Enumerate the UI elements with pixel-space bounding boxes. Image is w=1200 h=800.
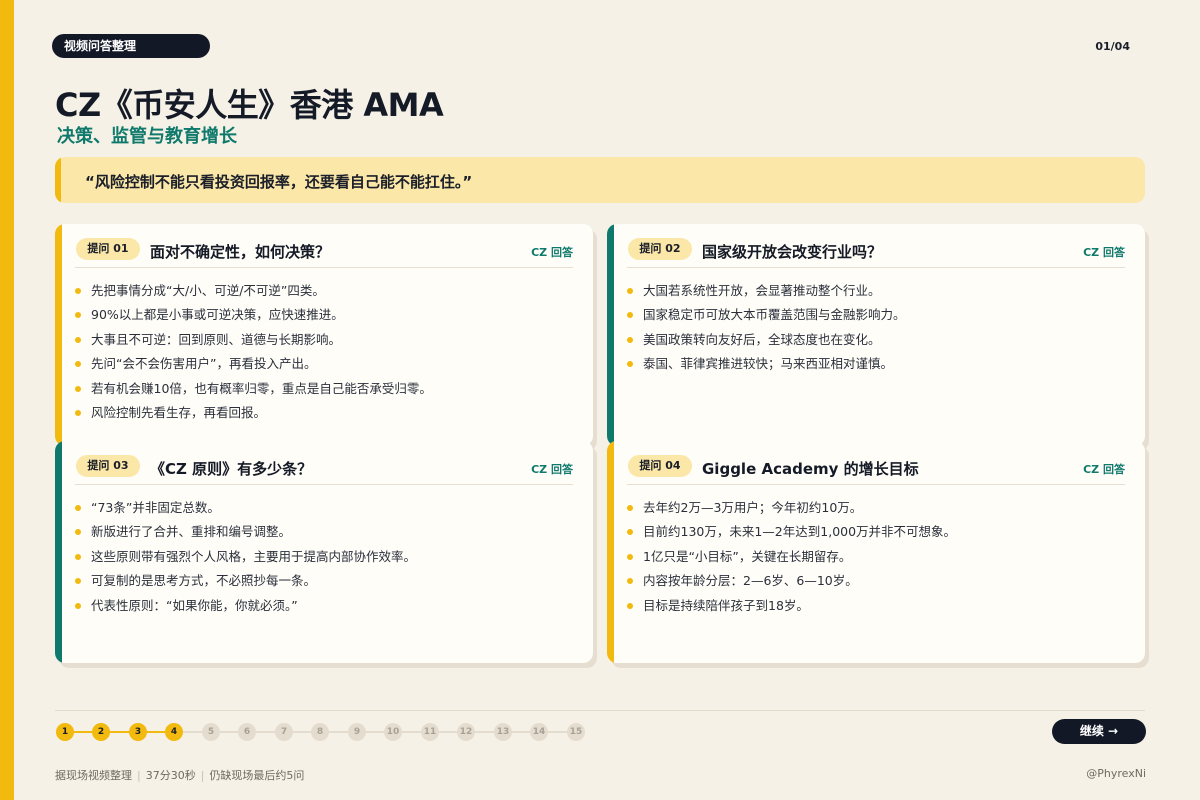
answer-item: 目前约130万，未来1—2年达到1,000万并非不可想象。 [627, 520, 1131, 544]
progress-step[interactable]: 8 [311, 723, 329, 741]
progress-step[interactable]: 3 [129, 723, 147, 741]
progress-step[interactable]: 2 [92, 723, 110, 741]
answer-item: 新版进行了合并、重排和编号调整。 [75, 520, 579, 544]
progress-stepper: 1 2 3 4 5 6 7 8 9 10 11 12 13 14 15 [55, 721, 595, 743]
answer-item: 美国政策转向友好后，全球态度也在变化。 [627, 328, 1131, 352]
answer-item: 内容按年龄分层：2—6岁、6—10岁。 [627, 569, 1131, 593]
question-badge: 提问 04 [628, 455, 692, 477]
progress-step[interactable]: 11 [421, 723, 439, 741]
card-divider [627, 484, 1125, 485]
footer-remark: 仍缺现场最后约5问 [209, 769, 305, 782]
card-accent-bar [55, 441, 62, 663]
progress-step[interactable]: 14 [530, 723, 548, 741]
answer-list: “73条”并非固定总数。 新版进行了合并、重排和编号调整。 这些原则带有强烈个人… [75, 496, 579, 618]
question-card-01: 提问 01 面对不确定性，如何决策？ CZ 回答 先把事情分成“大/小、可逆/不… [55, 224, 593, 446]
progress-step[interactable]: 6 [238, 723, 256, 741]
author-handle: @PhyrexNi [1086, 767, 1146, 780]
answer-item: 大事且不可逆：回到原则、道德与长期影响。 [75, 328, 579, 352]
answer-list: 大国若系统性开放，会显著推动整个行业。 国家稳定币可放大本币覆盖范围与金融影响力… [627, 279, 1131, 377]
footer-source: 据现场视频整理 [55, 769, 132, 782]
answer-label: CZ 回答 [1083, 463, 1125, 476]
answer-item: 代表性原则：“如果你能，你就必须。” [75, 594, 579, 618]
progress-step[interactable]: 9 [348, 723, 366, 741]
answer-item: 先问“会不会伤害用户”，再看投入产出。 [75, 352, 579, 376]
answer-item: 目标是持续陪伴孩子到18岁。 [627, 594, 1131, 618]
question-card-02: 提问 02 国家级开放会改变行业吗？ CZ 回答 大国若系统性开放，会显著推动整… [607, 224, 1145, 446]
question-title: 面对不确定性，如何决策？ [150, 243, 331, 261]
progress-track-complete [65, 731, 175, 733]
progress-step[interactable]: 13 [494, 723, 512, 741]
quote-banner: “风险控制不能只看投资回报率，还要看自己能不能扛住。” [55, 157, 1145, 203]
footer-separator: | [137, 769, 141, 782]
answer-list: 去年约2万—3万用户；今年初约10万。 目前约130万，未来1—2年达到1,00… [627, 496, 1131, 618]
progress-step[interactable]: 12 [457, 723, 475, 741]
card-accent-bar [607, 441, 614, 663]
question-card-04: 提问 04 Giggle Academy 的增长目标 CZ 回答 去年约2万—3… [607, 441, 1145, 663]
card-accent-bar [607, 224, 614, 446]
answer-list: 先把事情分成“大/小、可逆/不可逆”四类。 90%以上都是小事或可逆决策，应快速… [75, 279, 579, 425]
quote-text: “风险控制不能只看投资回报率，还要看自己能不能扛住。” [85, 173, 473, 191]
question-card-03: 提问 03 《CZ 原则》有多少条？ CZ 回答 “73条”并非固定总数。 新版… [55, 441, 593, 663]
question-badge: 提问 01 [76, 238, 140, 260]
section-tag: 视频问答整理 [52, 34, 210, 58]
question-title: 国家级开放会改变行业吗？ [702, 243, 883, 261]
answer-item: 可复制的是思考方式，不必照抄每一条。 [75, 569, 579, 593]
page-subtitle: 决策、监管与教育增长 [57, 126, 237, 147]
answer-item: 大国若系统性开放，会显著推动整个行业。 [627, 279, 1131, 303]
answer-item: 若有机会赚10倍，也有概率归零，重点是自己能否承受归零。 [75, 377, 579, 401]
answer-item: 国家稳定币可放大本币覆盖范围与金融影响力。 [627, 303, 1131, 327]
footer-note: 据现场视频整理 | 37分30秒 | 仍缺现场最后约5问 [55, 767, 304, 783]
continue-button[interactable]: 继续 → [1052, 719, 1146, 744]
answer-item: 风险控制先看生存，再看回报。 [75, 401, 579, 425]
progress-step[interactable]: 7 [275, 723, 293, 741]
footer-divider [55, 710, 1145, 711]
card-divider [75, 484, 573, 485]
page-indicator: 01/04 [1095, 40, 1130, 53]
progress-step[interactable]: 5 [202, 723, 220, 741]
answer-label: CZ 回答 [531, 463, 573, 476]
question-badge: 提问 02 [628, 238, 692, 260]
left-accent-stripe [0, 0, 14, 800]
card-accent-bar [55, 224, 62, 446]
progress-step[interactable]: 15 [567, 723, 585, 741]
answer-item: 泰国、菲律宾推进较快；马来西亚相对谨慎。 [627, 352, 1131, 376]
question-title: 《CZ 原则》有多少条？ [150, 460, 313, 478]
page-title: CZ《币安人生》香港 AMA [55, 86, 444, 124]
answer-label: CZ 回答 [531, 246, 573, 259]
answer-item: 去年约2万—3万用户；今年初约10万。 [627, 496, 1131, 520]
footer-separator: | [200, 769, 205, 782]
question-badge: 提问 03 [76, 455, 140, 477]
footer-duration: 37分30秒 [145, 769, 196, 782]
answer-label: CZ 回答 [1083, 246, 1125, 259]
answer-item: 先把事情分成“大/小、可逆/不可逆”四类。 [75, 279, 579, 303]
answer-item: 1亿只是“小目标”，关键在长期留存。 [627, 545, 1131, 569]
answer-item: “73条”并非固定总数。 [75, 496, 579, 520]
answer-item: 90%以上都是小事或可逆决策，应快速推进。 [75, 303, 579, 327]
progress-step[interactable]: 10 [384, 723, 402, 741]
card-divider [75, 267, 573, 268]
progress-step[interactable]: 4 [165, 723, 183, 741]
answer-item: 这些原则带有强烈个人风格，主要用于提高内部协作效率。 [75, 545, 579, 569]
progress-step[interactable]: 1 [56, 723, 74, 741]
card-divider [627, 267, 1125, 268]
question-title: Giggle Academy 的增长目标 [702, 460, 919, 478]
